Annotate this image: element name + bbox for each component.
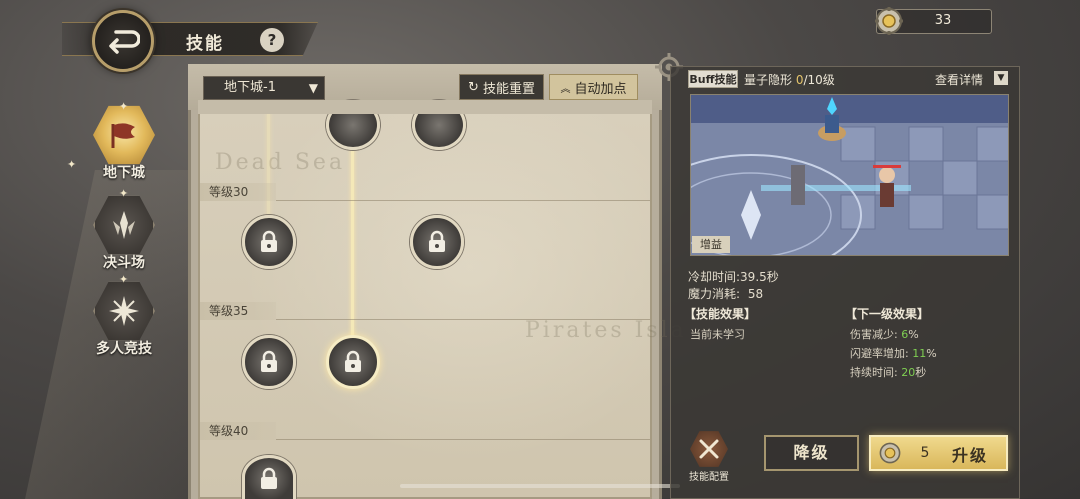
skill-type-badge: Buff技能 [688, 70, 738, 88]
sparkle-icon: ✦ [119, 273, 129, 286]
star-burst-icon [93, 281, 155, 341]
level-tag: 等级40 [200, 422, 276, 440]
nav-item-label: 多人竞技 [96, 341, 152, 357]
skill-node[interactable] [410, 215, 464, 269]
auto-assign-button[interactable]: ︽ 自动加点 [549, 74, 638, 100]
next-effect-item: 闪避率增加: 11% [850, 345, 937, 361]
page-title: 技能 [186, 34, 224, 54]
nav-item-label: 决斗场 [103, 255, 145, 271]
effect-title: 【技能效果】 [684, 307, 757, 321]
chevron-down-icon: ▼ [308, 81, 318, 95]
skill-node-selected[interactable] [326, 335, 380, 389]
skill-node[interactable] [242, 335, 296, 389]
cooldown-stat: 冷却时间:39.5秒 [688, 268, 779, 285]
next-effect-unit: % [908, 328, 919, 341]
skill-level-max: /10级 [803, 73, 835, 87]
cooldown-value: 39.5秒 [740, 270, 779, 284]
level-divider [276, 200, 650, 201]
double-chevron-up-icon: ︽ [560, 83, 571, 95]
skill-node[interactable] [242, 455, 296, 499]
lock-icon [429, 230, 445, 252]
back-button[interactable] [92, 10, 154, 72]
next-effect-value: 11 [912, 347, 927, 360]
next-effect-unit: 秒 [915, 366, 927, 379]
sparkle-icon: ✦ [119, 187, 129, 200]
next-effect-item: 持续时间: 20秒 [850, 364, 926, 380]
level-tag: 等级35 [200, 302, 276, 320]
map-watermark-right: Pirates Isla [525, 318, 687, 343]
dungeon-select-value: 地下城-1 [224, 80, 276, 95]
skill-reset-label: 技能重置 [482, 81, 535, 97]
nav-item-label: 地下城 [103, 165, 145, 181]
next-effect-unit: % [926, 347, 937, 360]
downgrade-button[interactable]: 降级 [764, 435, 859, 471]
upgrade-cost: 5 [920, 445, 930, 461]
dungeon-select[interactable]: 地下城-1 ▼ [203, 76, 325, 100]
next-effect-item: 伤害减少: 6% [850, 326, 919, 342]
upgrade-label: 升级 [952, 446, 989, 465]
back-arrow-icon [109, 30, 140, 54]
lock-icon [261, 467, 277, 489]
preview-scene-illustration [691, 95, 1008, 255]
next-effect-label: 持续时间: [850, 366, 898, 379]
flag-icon [93, 105, 155, 165]
crystal-icon [93, 195, 155, 255]
refresh-icon: ↻ [468, 79, 479, 95]
tree-connector [267, 112, 270, 217]
skill-name: 量子隐形 0/10级 [744, 71, 835, 88]
skill-node[interactable] [242, 215, 296, 269]
next-effect-label: 伤害减少: [850, 328, 898, 341]
expand-icon[interactable]: ▼ [994, 71, 1008, 85]
nav-item-arena[interactable]: 决斗场 [84, 194, 164, 272]
cooldown-label: 冷却时间: [688, 270, 741, 284]
skill-config-button[interactable]: 技能配置 [686, 430, 732, 483]
crossed-swords-icon [690, 431, 728, 467]
tree-top-mask [198, 100, 652, 114]
buff-tag: 增益 [692, 236, 730, 253]
lock-icon [345, 350, 361, 372]
skill-config-label: 技能配置 [689, 472, 729, 483]
mana-label: 魔力消耗: [688, 287, 741, 301]
home-indicator [400, 484, 680, 488]
level-divider [276, 439, 650, 440]
level-tag: 等级30 [200, 183, 276, 201]
next-effect-label: 闪避率增加: [850, 347, 909, 360]
sparkle-icon: ✦ [119, 100, 129, 113]
nav-item-multiplayer[interactable]: 多人竞技 [84, 280, 164, 358]
gear-coin-icon [879, 442, 901, 464]
level-divider [276, 319, 650, 320]
lock-icon [261, 350, 277, 372]
skill-preview-image [690, 94, 1009, 256]
currency-amount: 33 [934, 13, 952, 28]
sparkle-icon: ✦ [67, 158, 77, 171]
effect-note: 当前未学习 [690, 328, 745, 341]
next-effect-title: 【下一级效果】 [845, 307, 930, 321]
gear-coin-icon [875, 7, 903, 35]
view-detail-link[interactable]: 查看详情 [935, 71, 983, 88]
nav-item-dungeon[interactable]: 地下城 [84, 104, 164, 182]
help-button[interactable]: ? [260, 28, 284, 52]
skill-reset-button[interactable]: ↻ 技能重置 [459, 74, 544, 100]
next-effect-value: 20 [901, 366, 916, 379]
mana-stat: 魔力消耗: 58 [688, 285, 763, 302]
mana-value: 58 [747, 287, 764, 301]
map-watermark-left: Dead Sea [215, 150, 346, 175]
skill-name-text: 量子隐形 [744, 73, 793, 87]
auto-assign-label: 自动加点 [574, 81, 627, 97]
lock-icon [261, 230, 277, 252]
